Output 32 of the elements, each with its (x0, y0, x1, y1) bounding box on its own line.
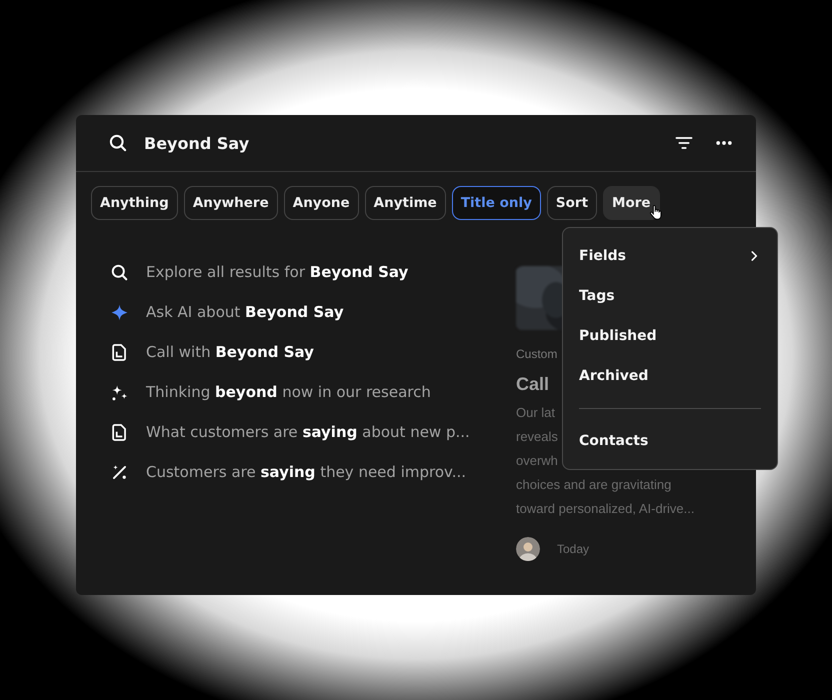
document-icon (110, 422, 129, 442)
menu-item[interactable]: Fields (579, 236, 761, 276)
search-icon (110, 262, 129, 282)
filter-chip[interactable]: More (603, 186, 660, 220)
document-icon (110, 342, 129, 362)
filter-chip[interactable]: Anything (91, 186, 178, 220)
preview-text: toward personalized, AI-drive... (516, 500, 694, 518)
search-icon (108, 133, 128, 153)
filter-chip[interactable]: Anyone (284, 186, 359, 220)
menu-item[interactable]: Published (579, 316, 761, 356)
preview-text: choices and are gravitating (516, 476, 672, 494)
filter-chip[interactable]: Anytime (364, 186, 446, 220)
suggestion-item[interactable]: Thinking beyond now in our research (146, 383, 431, 401)
avatar-icon (516, 537, 540, 561)
search-field[interactable]: Beyond Say (144, 134, 250, 152)
filter-chip[interactable]: Title only (452, 186, 541, 220)
filter-chip[interactable]: Anywhere (184, 186, 278, 220)
menu-item[interactable]: Archived (579, 356, 761, 396)
preview-title: Call (516, 374, 550, 395)
preview-text: overwh (516, 452, 558, 470)
preview-text: Our lat (516, 404, 556, 422)
suggestion-item[interactable]: Ask AI about Beyond Say (146, 303, 344, 321)
suggestion-item[interactable]: Explore all results for Beyond Say (146, 263, 408, 281)
suggestion-item[interactable]: Call with Beyond Say (146, 343, 314, 361)
suggestion-item[interactable]: Customers are saying they need improv... (146, 463, 466, 481)
filter-chip[interactable]: Sort (546, 186, 598, 220)
preview-category: Custom (516, 347, 558, 361)
menu-item[interactable]: Tags (579, 276, 761, 316)
menu-item[interactable]: Contacts (579, 408, 761, 461)
preview-date: Today (557, 542, 590, 556)
preview-text: reveals (516, 428, 558, 446)
suggestion-item[interactable]: What customers are saying about new p... (146, 423, 470, 441)
